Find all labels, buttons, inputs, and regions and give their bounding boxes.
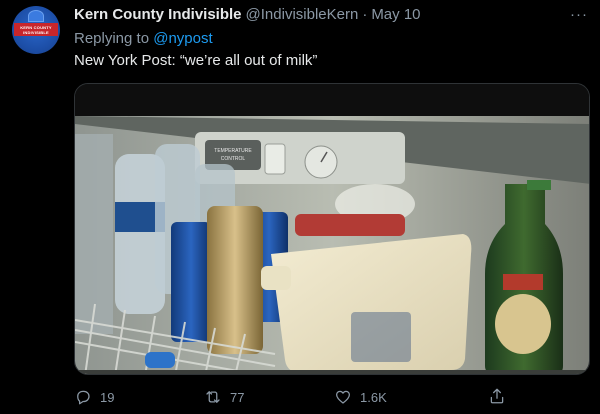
thermostat-label-2: CONTROL	[221, 156, 246, 162]
user-handle[interactable]: @IndivisibleKern	[246, 6, 359, 23]
share-icon	[490, 388, 504, 404]
tweet-header: Kern County Indivisible @IndivisibleKern…	[74, 6, 588, 26]
avatar-banner: KERN COUNTY INDIVISIBLE	[14, 23, 58, 36]
avatar-text-line2: INDIVISIBLE	[23, 29, 49, 35]
fridge-photo: TEMPERATURE CONTROL	[75, 84, 589, 374]
retweet-icon	[206, 391, 220, 403]
tweet-photo[interactable]: TEMPERATURE CONTROL	[74, 83, 590, 375]
retweet-count: 77	[230, 389, 245, 405]
avatar[interactable]: KERN COUNTY INDIVISIBLE	[12, 6, 60, 54]
replying-to: Replying to @nypost	[74, 30, 213, 47]
heart-icon	[335, 390, 351, 404]
reply-count: 19	[100, 389, 115, 405]
thermostat-label-1: TEMPERATURE	[214, 148, 252, 154]
reply-icon	[77, 390, 90, 405]
reply-action[interactable]: 19	[74, 388, 204, 406]
tweet-date[interactable]: May 10	[371, 6, 420, 23]
display-name[interactable]: Kern County Indivisible	[74, 6, 242, 23]
like-action[interactable]: 1.6K	[334, 388, 464, 406]
share-button[interactable]	[488, 387, 506, 410]
tweet-actions: 19 77 1.6K	[74, 385, 514, 409]
mention-link[interactable]: @nypost	[153, 30, 212, 47]
separator-dot: ·	[362, 6, 368, 23]
retweet-action[interactable]: 77	[204, 388, 334, 406]
globe-icon	[28, 10, 44, 22]
like-count: 1.6K	[360, 389, 387, 405]
replying-prefix: Replying to	[74, 30, 154, 47]
more-options-icon[interactable]: ···	[570, 6, 588, 23]
tweet-text: New York Post: “we’re all out of milk”	[74, 52, 318, 69]
